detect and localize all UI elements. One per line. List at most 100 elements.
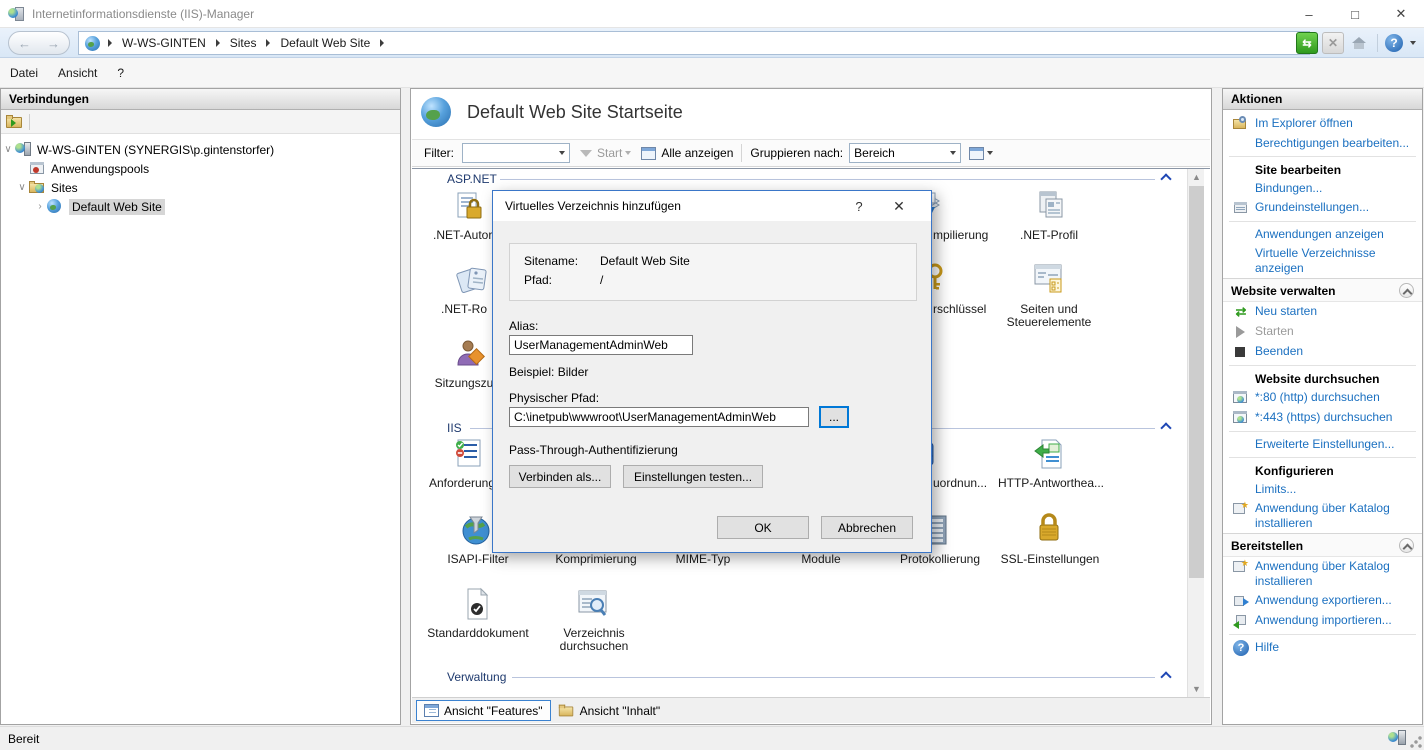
net-authorization-icon[interactable] [454, 191, 488, 227]
collapse-circle-icon[interactable] [1399, 283, 1414, 298]
pages-controls-icon[interactable] [1032, 261, 1066, 297]
content-scrollbar[interactable]: ▲ ▼ [1187, 169, 1204, 697]
feature-item[interactable]: MIME-Typ [670, 553, 736, 566]
back-icon[interactable]: ← [18, 36, 31, 51]
action-export-application[interactable]: Anwendung exportieren... [1223, 591, 1422, 611]
scroll-up-icon[interactable]: ▲ [1188, 169, 1205, 185]
http-response-headers-icon[interactable] [1032, 437, 1066, 473]
feature-item[interactable]: HTTP-Antworthea... [996, 477, 1106, 490]
tab-content-view[interactable]: Ansicht "Inhalt" [551, 700, 668, 721]
session-state-icon[interactable] [454, 337, 488, 373]
menu-ansicht[interactable]: Ansicht [48, 62, 107, 84]
breadcrumb-sites[interactable]: Sites [230, 36, 257, 50]
directory-browsing-icon[interactable] [576, 587, 610, 623]
tree-node-server[interactable]: ∨ W-WS-GINTEN (SYNERGIS\p.gintenstorfer) [1, 140, 400, 159]
dialog-help-button[interactable]: ? [839, 199, 879, 214]
breadcrumb-site[interactable]: Default Web Site [280, 36, 370, 50]
home-button[interactable] [1348, 32, 1370, 54]
feature-item[interactable]: Standarddokument [424, 627, 532, 640]
menu-hilfe[interactable]: ? [107, 62, 134, 84]
collapse-section-icon[interactable] [1162, 422, 1171, 431]
browse-button[interactable]: ... [819, 406, 849, 428]
action-import-application[interactable]: Anwendung importieren... [1223, 611, 1422, 631]
connect-as-button[interactable]: Verbinden als... [509, 465, 611, 488]
feature-item[interactable]: Protokollierung [894, 553, 986, 566]
ok-button[interactable]: OK [717, 516, 809, 539]
action-restart[interactable]: ⇄ Neu starten [1223, 302, 1422, 322]
action-bindings[interactable]: Bindungen... [1223, 179, 1422, 198]
collapse-icon[interactable]: ∨ [1, 144, 15, 155]
feature-item[interactable]: .NET-Profil [1008, 229, 1090, 242]
forward-icon[interactable]: → [47, 36, 60, 51]
section-manage-website[interactable]: Website verwalten [1223, 278, 1422, 302]
collapse-icon[interactable]: ∨ [15, 182, 29, 193]
feature-item[interactable]: SSL-Einstellungen [998, 553, 1102, 566]
tree-node-app-pools[interactable]: Anwendungspools [1, 159, 400, 178]
expand-icon[interactable]: › [33, 201, 47, 212]
feature-item[interactable]: Sitzungszu [432, 377, 496, 390]
action-advanced-settings[interactable]: Erweiterte Einstellungen... [1223, 435, 1422, 454]
net-roles-icon[interactable] [456, 263, 490, 299]
section-deploy[interactable]: Bereitstellen [1223, 533, 1422, 557]
collapse-circle-icon[interactable] [1399, 538, 1414, 553]
tab-features-view[interactable]: Ansicht "Features" [416, 700, 551, 721]
action-view-virtual-dirs[interactable]: Virtuelle Verzeichnisse anzeigen [1223, 244, 1408, 278]
scroll-down-icon[interactable]: ▼ [1188, 681, 1205, 697]
collapse-section-icon[interactable] [1162, 173, 1171, 182]
action-browse-https[interactable]: *:443 (https) durchsuchen [1223, 408, 1422, 428]
scrollbar-thumb[interactable] [1189, 186, 1204, 578]
physical-path-input[interactable] [509, 407, 809, 427]
action-install-from-gallery-2[interactable]: ★ Anwendung über Katalog installieren [1223, 557, 1413, 591]
ssl-settings-icon[interactable] [1032, 511, 1066, 547]
resize-grip[interactable] [1410, 736, 1422, 748]
feature-item[interactable]: .NET-Ro [434, 303, 494, 316]
stop-button[interactable]: ✕ [1322, 32, 1344, 54]
tree-node-sites[interactable]: ∨ Sites [1, 178, 400, 197]
refresh-button[interactable]: ⇆ [1296, 32, 1318, 54]
filter-go-icon[interactable] [580, 150, 592, 157]
action-help[interactable]: ? Hilfe [1223, 638, 1422, 658]
filter-start-button[interactable]: Start [597, 146, 622, 160]
feature-item[interactable]: Anforderung [428, 477, 496, 490]
view-style-icon[interactable] [969, 147, 984, 160]
feature-item[interactable]: Seiten und Steuerelemente [1001, 303, 1097, 329]
action-view-applications[interactable]: Anwendungen anzeigen [1223, 225, 1422, 244]
create-connection-icon[interactable] [6, 115, 23, 129]
dialog-close-button[interactable]: ✕ [879, 198, 919, 215]
breadcrumb[interactable]: W-WS-GINTEN Sites Default Web Site [78, 31, 1310, 55]
filter-start-dropdown-icon[interactable] [625, 151, 631, 155]
action-install-from-gallery[interactable]: ★ Anwendung über Katalog installieren [1223, 499, 1413, 533]
isapi-filter-icon[interactable] [460, 513, 494, 549]
maximize-button[interactable]: □ [1332, 0, 1378, 28]
view-style-dropdown-icon[interactable] [987, 151, 993, 155]
show-all-button[interactable]: Alle anzeigen [661, 146, 733, 160]
collapse-section-icon[interactable] [1162, 671, 1171, 680]
default-document-icon[interactable] [460, 587, 494, 623]
feature-item[interactable]: Verzeichnis durchsuchen [545, 627, 643, 653]
action-open-explorer[interactable]: Im Explorer öffnen [1223, 114, 1422, 134]
minimize-button[interactable]: – [1286, 0, 1332, 28]
nav-buttons[interactable]: ← → [8, 31, 70, 55]
action-start[interactable]: Starten [1223, 322, 1422, 342]
action-limits[interactable]: Limits... [1223, 480, 1422, 499]
action-browse-http[interactable]: *:80 (http) durchsuchen [1223, 388, 1422, 408]
close-button[interactable]: ✕ [1378, 0, 1424, 28]
filter-input[interactable] [462, 143, 570, 163]
tree-node-default-web-site[interactable]: › Default Web Site [1, 197, 400, 216]
alias-input[interactable] [509, 335, 693, 355]
group-by-select[interactable]: Bereich [849, 143, 961, 163]
action-stop[interactable]: Beenden [1223, 342, 1422, 362]
request-filtering-icon[interactable] [452, 437, 486, 473]
feature-item[interactable]: Module [794, 553, 848, 566]
feature-item[interactable]: uordnun... [933, 477, 1003, 490]
cancel-button[interactable]: Abbrechen [821, 516, 913, 539]
net-profile-icon[interactable] [1032, 189, 1066, 225]
help-dropdown-icon[interactable] [1410, 41, 1416, 45]
action-edit-permissions[interactable]: Berechtigungen bearbeiten... [1223, 134, 1422, 153]
test-settings-button[interactable]: Einstellungen testen... [623, 465, 763, 488]
breadcrumb-server[interactable]: W-WS-GINTEN [122, 36, 206, 50]
help-button[interactable]: ? [1385, 34, 1403, 52]
feature-item[interactable]: ISAPI-Filter [442, 553, 514, 566]
feature-item[interactable]: mpilierung [933, 229, 1013, 242]
action-basic-settings[interactable]: Grundeinstellungen... [1223, 198, 1422, 218]
